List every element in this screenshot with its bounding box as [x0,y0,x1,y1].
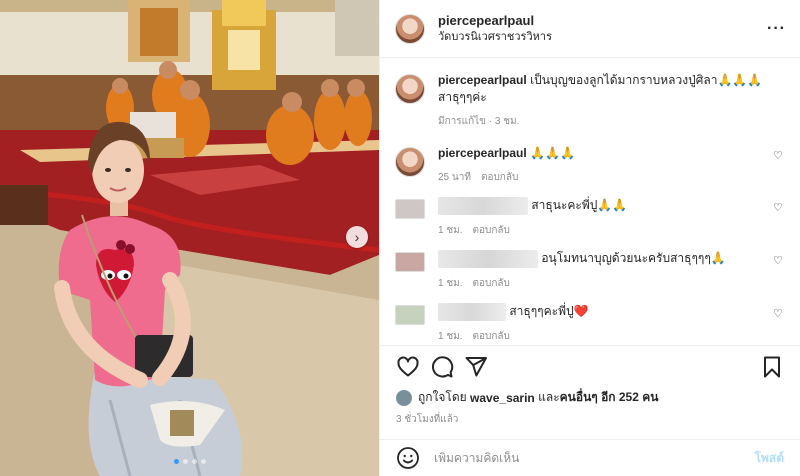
comment-body: piercepearlpaul 🙏🙏🙏 25 นาที ตอบกลับ [438,145,784,185]
photo-illustration [0,0,379,476]
comment-body: สาธุนะคะพี่ปู🙏🙏 1 ชม. ตอบกลับ [438,197,784,238]
author-info: piercepearlpaul วัดบวรนิเวศราชวรวิหาร [438,13,767,44]
comment-meta: 1 ชม. ตอบกลับ [438,276,784,291]
caption-text-line: piercepearlpaul เป็นบุญของลูกได้มากราบหล… [438,72,784,106]
add-comment-bar: โพสต์ [380,439,800,476]
reply-button[interactable]: ตอบกลับ [473,225,510,236]
comment-item: piercepearlpaul 🙏🙏🙏 25 นาที ตอบกลับ ♡ [395,145,784,185]
comments-list: piercepearlpaul เป็นบุญของลูกได้มากราบหล… [380,58,800,345]
share-icon[interactable] [464,355,488,379]
carousel-dot [200,459,206,464]
more-horizontal-icon[interactable]: ··· [767,20,786,38]
comment-text-line: สาธุๆๆคะพี่ปู❤️ [438,303,784,321]
heart-outline-icon[interactable]: ♡ [773,201,784,214]
comment-text-line: อนุโมทนาบุญด้วยนะครับสาธุๆๆๆ🙏 [438,250,784,268]
likes-summary: ถูกใจโดย wave_sarin และ คนอื่นๆ อีก 252 ค… [396,388,784,407]
instagram-post: › piercepearlpaul วัดบวรนิเวศราชวรวิหาร … [0,0,800,476]
comment-author[interactable]: piercepearlpaul [438,146,527,160]
carousel-dot [173,459,179,464]
caption-edited: มีการแก้ไข · 3 ชม. [438,116,520,127]
comment-item: อนุโมทนาบุญด้วยนะครับสาธุๆๆๆ🙏 1 ชม. ตอบกล… [395,250,784,291]
comment-avatar[interactable] [395,147,425,177]
comment-item: สาธุนะคะพี่ปู🙏🙏 1 ชม. ตอบกลับ ♡ [395,197,784,238]
likes-middle: และ [538,390,560,404]
likes-prefix: ถูกใจโดย [418,390,467,404]
posted-time[interactable]: 3 ชั่วโมงที่แล้ว [396,412,784,427]
comment-text: สาธุนะคะพี่ปู🙏🙏 [531,198,628,213]
comment-avatar-blurred[interactable] [395,305,425,325]
comment-meta: 1 ชม. ตอบกลับ [438,329,784,344]
author-avatar[interactable] [395,13,425,44]
caption-body: piercepearlpaul เป็นบุญของลูกได้มากราบหล… [438,72,784,129]
comment-body: อนุโมทนาบุญด้วยนะครับสาธุๆๆๆ🙏 1 ชม. ตอบกล… [438,250,784,291]
caption-author[interactable]: piercepearlpaul [438,73,527,87]
heart-icon[interactable] [396,355,420,379]
carousel-dot [182,459,188,464]
action-icons [396,348,784,386]
comment-meta: 25 นาที ตอบกลับ [438,170,784,185]
carousel-dot [191,459,197,464]
heart-outline-icon[interactable]: ♡ [773,149,784,162]
likes-others[interactable]: คนอื่นๆ อีก 252 คน [560,388,659,407]
comment-author-blurred [438,250,538,268]
post-actions: ถูกใจโดย wave_sarin และ คนอื่นๆ อีก 252 ค… [380,345,800,439]
comment-text-line: สาธุนะคะพี่ปู🙏🙏 [438,197,784,215]
comment-text-line: piercepearlpaul 🙏🙏🙏 [438,145,784,162]
comment-text: 🙏🙏🙏 [530,146,575,160]
comment-time: 1 ชม. [438,278,463,289]
caption-avatar[interactable] [395,74,425,104]
reply-button[interactable]: ตอบกลับ [473,278,510,289]
comment-time: 1 ชม. [438,331,463,342]
comment-icon[interactable] [430,355,454,379]
emoji-icon[interactable] [396,446,420,470]
comment-item: สาธุๆๆคะพี่ปู❤️ 1 ชม. ตอบกลับ ♡ [395,303,784,344]
liker-username[interactable]: wave_sarin [470,391,535,405]
comment-time: 1 ชม. [438,225,463,236]
liker-avatar[interactable] [396,389,412,406]
caption-time: 3 ชม. [494,116,520,127]
reply-button[interactable]: ตอบกลับ [473,331,510,342]
reply-button[interactable]: ตอบกลับ [481,172,518,183]
heart-outline-icon[interactable]: ♡ [773,254,784,267]
comment-meta: 1 ชม. ตอบกลับ [438,223,784,238]
comment-body: สาธุๆๆคะพี่ปู❤️ 1 ชม. ตอบกลับ [438,303,784,344]
add-comment-input[interactable] [434,451,755,465]
heart-outline-icon[interactable]: ♡ [773,307,784,320]
caption-meta: มีการแก้ไข · 3 ชม. [438,114,784,129]
comment-text: อนุโมทนาบุญด้วยนะครับสาธุๆๆๆ🙏 [541,251,726,266]
caption: piercepearlpaul เป็นบุญของลูกได้มากราบหล… [395,72,784,129]
comment-text: สาธุๆๆคะพี่ปู❤️ [509,304,589,319]
bookmark-icon[interactable] [760,355,784,379]
post-header: piercepearlpaul วัดบวรนิเวศราชวรวิหาร ··… [380,0,800,58]
post-photo[interactable]: › [0,0,379,476]
post-location[interactable]: วัดบวรนิเวศราชวรวิหาร [438,30,767,44]
comment-time: 25 นาที [438,172,471,183]
post-comment-button[interactable]: โพสต์ [755,449,784,468]
carousel-next-button[interactable]: › [346,226,368,248]
author-username[interactable]: piercepearlpaul [438,13,767,30]
comment-avatar-blurred[interactable] [395,252,425,272]
comment-avatar-blurred[interactable] [395,199,425,219]
caption-edited-label: มีการแก้ไข [438,116,486,127]
comment-author-blurred [438,303,506,321]
comment-author-blurred [438,197,528,215]
post-side-panel: piercepearlpaul วัดบวรนิเวศราชวรวิหาร ··… [379,0,800,476]
carousel-indicator [0,459,379,464]
